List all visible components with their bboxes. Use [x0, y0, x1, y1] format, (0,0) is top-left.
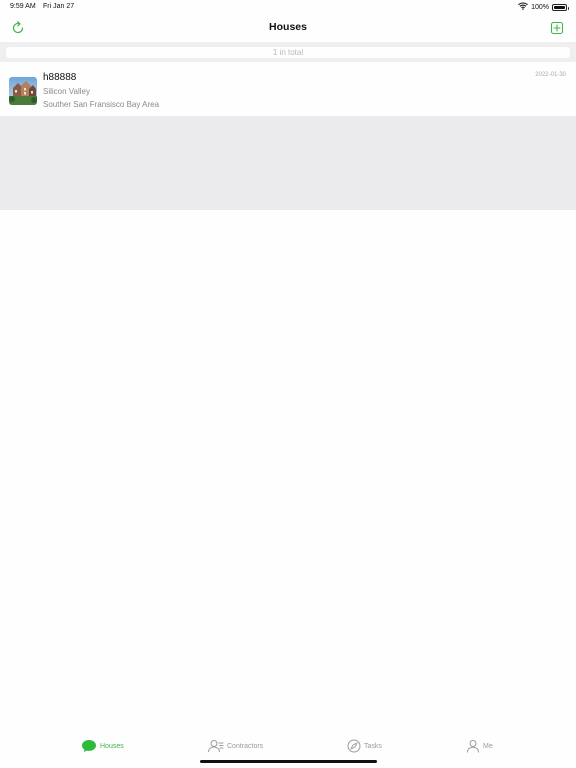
list-header-band: 1 in total: [0, 42, 576, 62]
house-thumbnail: [9, 77, 37, 105]
person-icon: [467, 740, 479, 753]
wifi-icon: [518, 2, 528, 12]
house-location: Silicon Valley: [43, 87, 90, 96]
status-date: Fri Jan 27: [43, 3, 75, 10]
house-date: 2022-01-30: [535, 72, 566, 78]
status-time: 9:59 AM: [10, 3, 36, 10]
compass-icon: [347, 739, 361, 753]
chat-bubble-icon: [82, 740, 96, 752]
tab-label: Contractors: [227, 742, 264, 750]
list-item[interactable]: h88888 Silicon Valley Souther San Fransi…: [0, 64, 576, 116]
tab-label: Houses: [100, 742, 124, 750]
navigation-bar: Houses: [0, 14, 576, 42]
battery-icon: [552, 3, 569, 11]
battery-percent: 100%: [531, 3, 549, 11]
tab-tasks[interactable]: Tasks: [347, 738, 382, 754]
add-icon: [550, 21, 564, 35]
status-indicators: 100%: [518, 2, 569, 12]
status-bar: 9:59 AM Fri Jan 27 100%: [0, 0, 576, 14]
list-footer-area: [0, 116, 576, 210]
page-title: Houses: [269, 21, 307, 33]
tab-label: Me: [483, 742, 493, 750]
tab-label: Tasks: [364, 742, 382, 750]
house-name: h88888: [43, 72, 77, 83]
house-area: Souther San Fransisco Bay Area: [43, 100, 160, 109]
add-house-button[interactable]: [549, 20, 565, 36]
tab-houses[interactable]: Houses: [81, 738, 124, 754]
app-screen: 9:59 AM Fri Jan 27 100% Houses 1 in tota…: [0, 0, 576, 768]
contractors-icon: [208, 740, 224, 753]
total-count: 1 in total: [6, 47, 570, 58]
home-indicator[interactable]: [200, 760, 377, 763]
tab-me[interactable]: Me: [466, 738, 493, 754]
tab-contractors[interactable]: Contractors: [207, 738, 263, 754]
